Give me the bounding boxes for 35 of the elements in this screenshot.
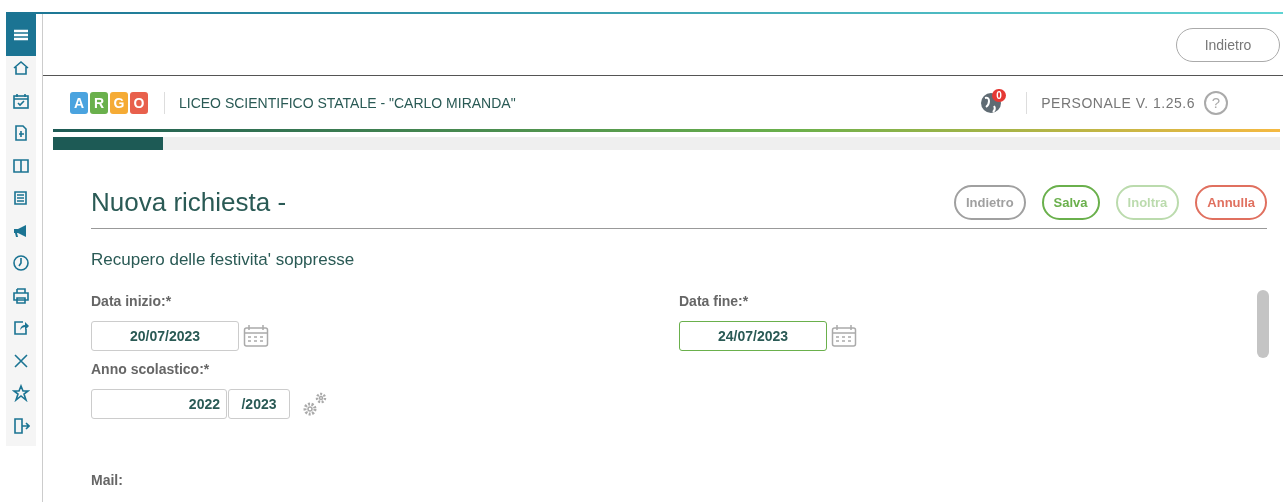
field-label: Data inizio:* — [91, 293, 173, 309]
action-button[interactable]: Salva — [1041, 184, 1100, 220]
page-title: Nuova richiesta - — [91, 186, 288, 218]
document-icon[interactable] — [12, 124, 30, 142]
year-end-field[interactable]: /2023 — [228, 389, 290, 419]
newspaper-icon[interactable] — [12, 189, 30, 207]
start-date-field[interactable]: 20/07/2023 — [91, 321, 239, 351]
version-label: PERSONALE V. 1.25.6 — [1041, 94, 1195, 111]
home-icon[interactable] — [12, 59, 30, 77]
year-start-field[interactable]: 2022 — [91, 389, 227, 419]
logo-letter: O — [130, 91, 148, 114]
calendar-check-icon[interactable] — [12, 91, 30, 110]
menu-button[interactable] — [6, 14, 36, 56]
logout-icon[interactable] — [12, 416, 30, 435]
field-label: Data fine:* — [679, 293, 750, 309]
notification-badge: 0 — [992, 88, 1006, 102]
share-icon[interactable] — [12, 319, 30, 337]
logo-letter: G — [110, 91, 128, 114]
request-type: Recupero delle festivita' soppresse — [91, 250, 356, 270]
help-button[interactable]: ? — [1204, 90, 1228, 115]
logo-letter: A — [70, 91, 88, 114]
scrollbar-thumb[interactable] — [1257, 290, 1269, 358]
back-button[interactable]: Indietro — [953, 184, 1026, 220]
book-icon[interactable] — [12, 156, 30, 175]
school-name: LICEO SCIENTIFICO STATALE - "CARLO MIRANDA" — [179, 94, 516, 111]
menu-icon — [14, 29, 28, 41]
printer-icon[interactable] — [12, 286, 30, 305]
field-label: Mail: — [91, 472, 124, 488]
cancel-button[interactable]: Annulla — [1195, 184, 1267, 220]
back-button[interactable]: Indietro — [1176, 27, 1280, 62]
clock-icon[interactable] — [12, 254, 30, 272]
logo-letter: R — [90, 91, 108, 114]
field-label: Anno scolastico:* — [91, 361, 211, 377]
end-date-field[interactable]: 24/07/2023 — [679, 321, 827, 351]
star-icon[interactable] — [12, 384, 30, 402]
